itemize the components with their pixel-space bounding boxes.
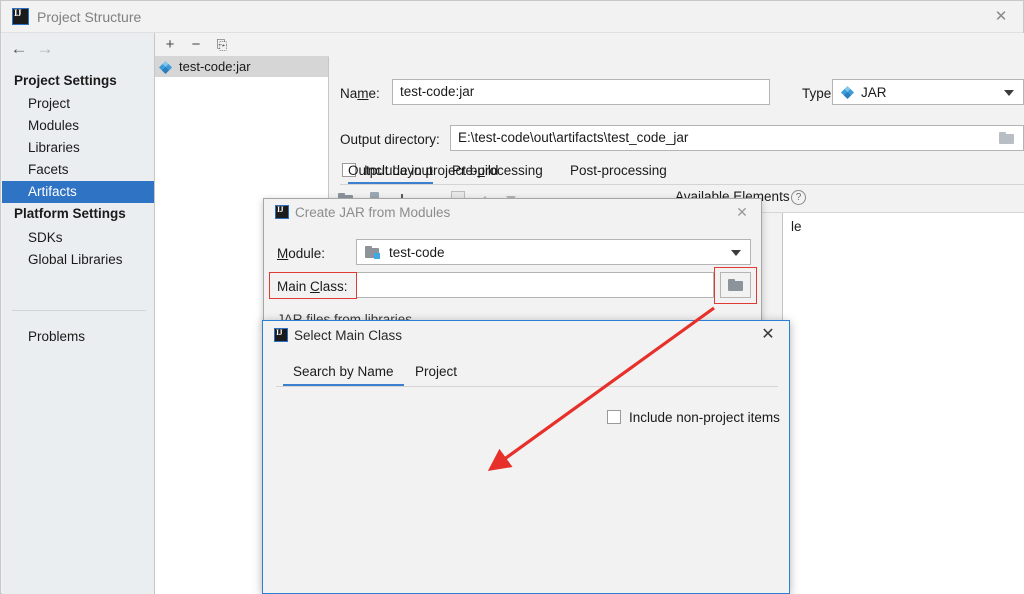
select-main-class-titlebar: Select Main Class ✕: [263, 321, 789, 351]
output-directory-label: Output directory:: [340, 132, 440, 147]
copy-artifact-button[interactable]: ⎘: [212, 35, 232, 55]
intellij-idea-logo-icon: [274, 328, 288, 342]
chevron-down-icon: [1004, 90, 1014, 96]
module-icon: [365, 246, 380, 259]
select-main-class-title: Select Main Class: [294, 328, 403, 343]
window-titlebar: Project Structure ✕: [1, 1, 1023, 33]
intellij-idea-logo-icon: [12, 8, 29, 25]
include-non-project-items-label: Include non-project items: [629, 410, 780, 425]
settings-sidebar: ← → Project Settings Project Modules Lib…: [2, 33, 155, 594]
intellij-idea-logo-icon: [275, 205, 289, 219]
close-icon[interactable]: ✕: [735, 205, 749, 219]
sidebar-nav: ← →: [2, 33, 154, 63]
available-elements-panel: le: [782, 213, 1024, 594]
forward-arrow-icon[interactable]: →: [34, 39, 56, 59]
artifact-name-input[interactable]: test-code:jar: [392, 79, 770, 105]
tab-project[interactable]: Project: [415, 361, 457, 387]
module-value: test-code: [389, 245, 445, 260]
tab-output-layout[interactable]: Output Layout: [348, 157, 433, 184]
list-item[interactable]: test-code:jar: [155, 57, 328, 77]
back-arrow-icon[interactable]: ←: [8, 39, 30, 59]
jar-type-icon: [840, 85, 855, 100]
sidebar-group-platform-settings: Platform Settings: [14, 206, 126, 221]
output-directory-input[interactable]: E:\test-code\out\artifacts\test_code_jar: [450, 125, 1024, 151]
tab-post-processing[interactable]: Post-processing: [570, 157, 667, 184]
close-icon[interactable]: ✕: [760, 327, 776, 343]
sidebar-item-facets[interactable]: Facets: [2, 159, 154, 181]
main-class-input[interactable]: [356, 272, 714, 298]
artifact-type-value: JAR: [861, 85, 887, 100]
artifacts-toolbar: + − ⎘: [155, 33, 329, 57]
select-main-class-tabs-underline: [276, 386, 778, 387]
browse-main-class-button[interactable]: [720, 272, 751, 298]
sidebar-item-libraries[interactable]: Libraries: [2, 137, 154, 159]
main-class-label: Main Class:: [277, 279, 348, 294]
help-icon[interactable]: ?: [791, 190, 806, 205]
close-icon[interactable]: ✕: [993, 9, 1009, 25]
sidebar-item-modules[interactable]: Modules: [2, 115, 154, 137]
sidebar-group-project-settings: Project Settings: [14, 73, 117, 88]
include-non-project-items-checkbox[interactable]: [607, 410, 621, 424]
name-label: Name:: [340, 86, 380, 101]
module-select[interactable]: test-code: [356, 239, 751, 265]
sidebar-divider: [12, 310, 146, 311]
sidebar-item-artifacts[interactable]: Artifacts: [2, 181, 154, 203]
jar-artifact-icon: [158, 60, 173, 75]
tab-search-by-name[interactable]: Search by Name: [283, 361, 404, 387]
detail-tabs: Output Layout Pre-processing Post-proces…: [330, 157, 1024, 185]
available-element-item[interactable]: le: [791, 219, 802, 234]
folder-icon: [728, 279, 744, 292]
sidebar-item-problems[interactable]: Problems: [2, 326, 154, 348]
create-jar-title: Create JAR from Modules: [295, 205, 451, 220]
create-jar-titlebar: Create JAR from Modules ✕: [264, 199, 761, 227]
screen-root: Project Structure ✕ ← → Project Settings…: [0, 0, 1024, 594]
chevron-down-icon: [731, 250, 741, 256]
browse-output-folder-icon[interactable]: [999, 132, 1015, 145]
add-artifact-button[interactable]: +: [160, 35, 180, 55]
remove-artifact-button[interactable]: −: [186, 35, 206, 55]
page-title: Project Structure: [37, 9, 142, 25]
sidebar-item-project[interactable]: Project: [2, 93, 154, 115]
module-label: Module:: [277, 246, 326, 261]
tab-pre-processing[interactable]: Pre-processing: [452, 157, 543, 184]
artifact-type-select[interactable]: JAR: [832, 79, 1024, 105]
output-directory-value: E:\test-code\out\artifacts\test_code_jar: [458, 130, 689, 145]
type-label: Type:: [802, 86, 836, 101]
artifact-label: test-code:jar: [179, 59, 251, 74]
select-main-class-dialog: Select Main Class ✕ Search by Name Proje…: [262, 320, 790, 594]
sidebar-item-sdks[interactable]: SDKs: [2, 227, 154, 249]
create-jar-from-modules-dialog: Create JAR from Modules ✕ Module: test-c…: [263, 198, 762, 325]
sidebar-item-global-libraries[interactable]: Global Libraries: [2, 249, 154, 271]
